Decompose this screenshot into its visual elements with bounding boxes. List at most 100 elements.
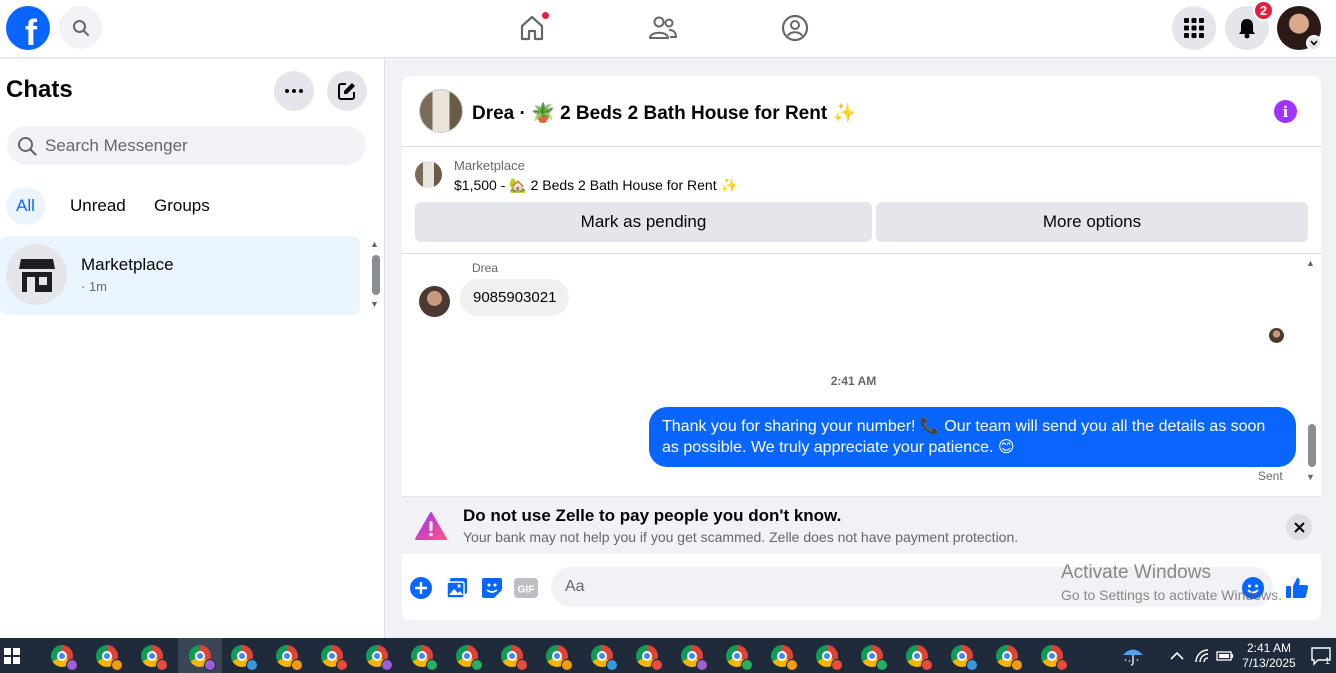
- chrome-icon: [546, 645, 573, 671]
- taskbar-chrome-window[interactable]: [903, 642, 933, 671]
- taskbar-chrome-window[interactable]: [588, 642, 618, 671]
- message-status: Sent: [1258, 469, 1283, 483]
- taskbar-chrome-window[interactable]: [363, 642, 393, 671]
- sender-avatar[interactable]: [419, 286, 450, 317]
- menu-button[interactable]: [1172, 6, 1216, 50]
- taskbar-chrome-window[interactable]: [318, 642, 348, 671]
- chat-options-button[interactable]: [274, 71, 314, 111]
- taskbar-chrome-window[interactable]: [1038, 642, 1068, 671]
- show-hidden-icons-button[interactable]: [1170, 638, 1184, 673]
- windows-start-icon[interactable]: [4, 648, 20, 664]
- search-icon: [18, 136, 37, 156]
- groups-icon: [781, 14, 809, 42]
- like-button[interactable]: [1285, 576, 1309, 600]
- chrome-icon: [231, 645, 258, 671]
- warning-body: Your bank may not help you if you get sc…: [463, 529, 1019, 545]
- nav-groups[interactable]: [777, 10, 813, 46]
- listing-summary[interactable]: $1,500 - 🏡 2 Beds 2 Bath House for Rent …: [454, 177, 738, 194]
- more-options-button[interactable]: More options: [876, 202, 1308, 242]
- taskbar-chrome-window[interactable]: [453, 642, 483, 671]
- taskbar-chrome-window[interactable]: [633, 642, 663, 671]
- sidebar-scroll-down[interactable]: ▼: [370, 299, 379, 309]
- close-icon: [1293, 521, 1305, 533]
- profile-badge-icon: [561, 659, 573, 671]
- incoming-message[interactable]: 9085903021: [460, 279, 570, 316]
- filter-unread[interactable]: Unread: [60, 187, 136, 225]
- conversation-scroll-down[interactable]: ▼: [1306, 472, 1315, 482]
- profile-badge-icon: [204, 658, 216, 671]
- conversation-scrollbar-thumb[interactable]: [1308, 424, 1316, 467]
- outgoing-message[interactable]: Thank you for sharing your number! 📞 Our…: [649, 407, 1296, 467]
- profile-badge-icon: [966, 659, 978, 671]
- listing-thumbnail[interactable]: [415, 161, 442, 188]
- account-menu-button[interactable]: [1306, 35, 1322, 51]
- nav-friends[interactable]: [645, 10, 681, 46]
- taskbar-clock[interactable]: 2:41 AM 7/13/2025: [1238, 641, 1300, 671]
- taskbar-chrome-window[interactable]: [228, 642, 258, 671]
- close-warning-button[interactable]: [1286, 514, 1312, 540]
- chat-name: Marketplace: [81, 255, 174, 274]
- sticker-button[interactable]: [480, 576, 504, 600]
- profile-badge-icon: [426, 659, 438, 671]
- network-icon[interactable]: [1195, 638, 1211, 673]
- gif-label: GIF: [518, 585, 535, 596]
- divider: [402, 253, 1321, 254]
- new-message-button[interactable]: [327, 71, 367, 111]
- taskbar-chrome-window[interactable]: [543, 642, 573, 671]
- weather-icon[interactable]: [1122, 638, 1144, 673]
- profile-badge-icon: [66, 659, 78, 671]
- search-button[interactable]: [59, 6, 102, 49]
- chat-list-item-marketplace[interactable]: Marketplace · 1m: [0, 236, 360, 315]
- profile-badge-icon: [921, 659, 933, 671]
- message-sender-name: Drea: [472, 261, 499, 275]
- taskbar-chrome-window[interactable]: [93, 642, 123, 671]
- chats-sidebar: Chats All Unread Groups Marketplace · 1m…: [0, 59, 385, 638]
- wifi-icon: [1195, 648, 1209, 662]
- taskbar-chrome-window[interactable]: [678, 642, 708, 671]
- taskbar-chrome-window[interactable]: [138, 642, 168, 671]
- taskbar-chrome-window[interactable]: [813, 642, 843, 671]
- notification-center-icon: 1: [1311, 646, 1331, 666]
- chrome-icon: [366, 645, 393, 671]
- chrome-icon: [591, 645, 618, 671]
- taskbar-chrome-window[interactable]: [858, 642, 888, 671]
- conversation-info-icon[interactable]: i: [1274, 100, 1297, 123]
- conversation-scroll-up[interactable]: ▲: [1306, 258, 1315, 268]
- profile-badge-icon: [831, 659, 843, 671]
- taskbar-chrome-window[interactable]: [408, 642, 438, 671]
- taskbar-chrome-window[interactable]: [948, 642, 978, 671]
- facebook-logo[interactable]: f: [6, 6, 50, 50]
- search-messenger-input[interactable]: [45, 135, 345, 156]
- attach-photo-button[interactable]: [445, 576, 469, 600]
- taskbar-chrome-window[interactable]: [723, 642, 753, 671]
- taskbar-chrome-window[interactable]: [273, 642, 303, 671]
- sidebar-scroll-up[interactable]: ▲: [370, 239, 379, 249]
- watermark-subtitle: Go to Settings to activate Windows.: [1061, 587, 1282, 603]
- action-center-button[interactable]: 1: [1310, 638, 1332, 673]
- chrome-icon: [456, 645, 483, 671]
- profile-badge-icon: [1056, 659, 1068, 671]
- taskbar-chrome-window[interactable]: [48, 642, 78, 671]
- gif-icon: GIF: [514, 578, 538, 598]
- add-attachment-button[interactable]: [409, 576, 433, 600]
- taskbar-chrome-window[interactable]: [993, 642, 1023, 671]
- mark-as-pending-button[interactable]: Mark as pending: [415, 202, 872, 242]
- filter-groups[interactable]: Groups: [144, 187, 220, 225]
- scam-warning-banner: Do not use Zelle to pay people you don't…: [402, 496, 1321, 554]
- activate-windows-watermark: Activate Windows Go to Settings to activ…: [1061, 562, 1282, 603]
- conversation-panel: Drea · 🪴 2 Beds 2 Bath House for Rent ✨ …: [402, 76, 1321, 620]
- taskbar-chrome-window[interactable]: [498, 642, 528, 671]
- profile-badge-icon: [606, 659, 618, 671]
- filter-all[interactable]: All: [6, 187, 45, 225]
- taskbar-chrome-window[interactable]: [178, 638, 222, 673]
- sidebar-scrollbar-thumb[interactable]: [372, 255, 380, 295]
- chrome-icon: [681, 645, 708, 671]
- profile-badge-icon: [246, 659, 258, 671]
- chrome-icon: [816, 645, 843, 671]
- conversation-avatar[interactable]: [419, 89, 463, 133]
- taskbar-chrome-window[interactable]: [768, 642, 798, 671]
- chrome-icon: [996, 645, 1023, 671]
- gif-button[interactable]: GIF: [514, 576, 538, 600]
- conversation-title[interactable]: Drea · 🪴 2 Beds 2 Bath House for Rent ✨: [472, 101, 856, 125]
- battery-icon[interactable]: [1216, 638, 1234, 673]
